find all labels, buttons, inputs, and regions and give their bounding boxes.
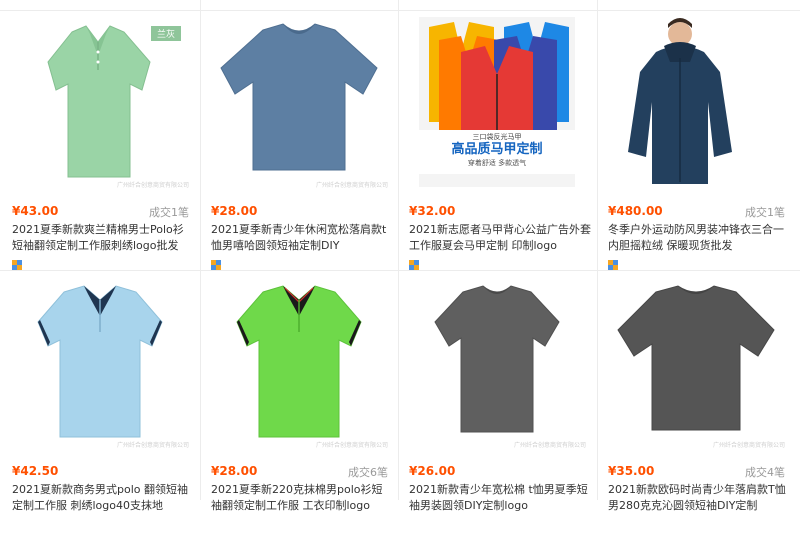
product-price: ¥32.00 (409, 204, 456, 218)
product-price: ¥480.00 (608, 204, 663, 218)
product-price: ¥28.00 (211, 204, 258, 218)
watermark: 广州纤合创意商贸有限公司 (712, 442, 785, 449)
product-title[interactable]: 2021新款欧码时尚青少年落肩款T恤男280克克沁圆领短袖DIY定制 (608, 482, 790, 514)
product-card[interactable]: ¥480.00 成交1笔 冬季户外运动防风男装冲锋衣三合一内胆摇粒绒 保暖现货批… (598, 12, 795, 277)
product-price: ¥43.00 (12, 204, 59, 218)
product-image-jacket-model[interactable] (598, 12, 795, 192)
watermark: 广州纤合创意商贸有限公司 (116, 442, 189, 449)
product-price: ¥42.50 (12, 464, 59, 478)
color-tag: 兰灰 (150, 26, 181, 41)
shop-badge-icon (12, 260, 22, 270)
product-title[interactable]: 2021新款青少年宽松棉 t恤男夏季短袖男装圆领DIY定制logo (409, 482, 591, 514)
product-title[interactable]: 冬季户外运动防风男装冲锋衣三合一内胆摇粒绒 保暖现货批发 (608, 222, 790, 254)
banner-sub: 穿着舒适 多款透气 (467, 159, 527, 167)
product-image-vests[interactable]: 三口袋反光马甲 高品质马甲定制 穿着舒适 多款透气 (399, 12, 596, 192)
product-title[interactable]: 2021夏季新220克抹棉男polo衫短袖翻领定制工作服 工衣印制logo (211, 482, 393, 514)
product-price: ¥26.00 (409, 464, 456, 478)
product-image-mint-polo[interactable]: 兰灰 广州纤合创意商贸有限公司 (2, 12, 199, 192)
deal-count: 成交1笔 (745, 206, 785, 219)
watermark: 广州纤合创意商贸有限公司 (116, 182, 189, 189)
product-title[interactable]: 2021夏新款商务男式polo 翻领短袖定制工作服 刺绣logo40支抹地 (12, 482, 194, 514)
banner-main: 高品质马甲定制 (451, 142, 543, 157)
product-card[interactable]: 广州纤合创意商贸有限公司 ¥26.00 2021新款青少年宽松棉 t恤男夏季短袖… (399, 272, 596, 537)
product-title[interactable]: 2021夏季新款爽兰精棉男士Polo衫短袖翻领定制工作服刺绣logo批发 (12, 222, 194, 254)
watermark: 广州纤合创意商贸有限公司 (315, 442, 388, 449)
deal-count: 成交4笔 (745, 466, 785, 479)
product-image-blue-tshirt[interactable]: 广州纤合创意商贸有限公司 (201, 12, 398, 192)
shop-badge-icon (409, 260, 419, 270)
promo-banner: 三口袋反光马甲 高品质马甲定制 穿着舒适 多款透气 (419, 130, 575, 174)
product-card[interactable]: 广州纤合创意商贸有限公司 ¥35.00 成交4笔 2021新款欧码时尚青少年落肩… (598, 272, 795, 537)
shop-badge-icon (608, 260, 618, 270)
watermark: 广州纤合创意商贸有限公司 (513, 442, 586, 449)
product-price: ¥35.00 (608, 464, 655, 478)
product-image-gray-tshirt[interactable]: 广州纤合创意商贸有限公司 (399, 272, 596, 452)
product-image-lightblue-polo[interactable]: 广州纤合创意商贸有限公司 (2, 272, 199, 452)
product-image-green-polo[interactable]: 广州纤合创意商贸有限公司 (201, 272, 398, 452)
product-card[interactable]: 广州纤合创意商贸有限公司 ¥28.00 2021夏季新青少年休闲宽松落肩款t恤男… (201, 12, 398, 277)
product-card[interactable]: 三口袋反光马甲 高品质马甲定制 穿着舒适 多款透气 ¥32.00 2021新志愿… (399, 12, 596, 277)
watermark: 广州纤合创意商贸有限公司 (315, 182, 388, 189)
product-card[interactable]: 广州纤合创意商贸有限公司 ¥28.00 成交6笔 2021夏季新220克抹棉男p… (201, 272, 398, 537)
product-title[interactable]: 2021新志愿者马甲背心公益广告外套工作服夏会马甲定制 印制logo (409, 222, 591, 254)
product-card[interactable]: 兰灰 广州纤合创意商贸有限公司 ¥43.00 成交1笔 2021夏季新款爽兰精棉… (2, 12, 199, 277)
product-price: ¥28.00 (211, 464, 258, 478)
banner-top: 三口袋反光马甲 (472, 133, 522, 141)
deal-count: 成交1笔 (149, 206, 189, 219)
product-image-dark-tshirt[interactable]: 广州纤合创意商贸有限公司 (598, 272, 795, 452)
deal-count: 成交6笔 (348, 466, 388, 479)
product-title[interactable]: 2021夏季新青少年休闲宽松落肩款t恤男嘻哈圆领短袖定制DIY (211, 222, 393, 254)
shop-badge-icon (211, 260, 221, 270)
product-card[interactable]: 广州纤合创意商贸有限公司 ¥42.50 2021夏新款商务男式polo 翻领短袖… (2, 272, 199, 537)
